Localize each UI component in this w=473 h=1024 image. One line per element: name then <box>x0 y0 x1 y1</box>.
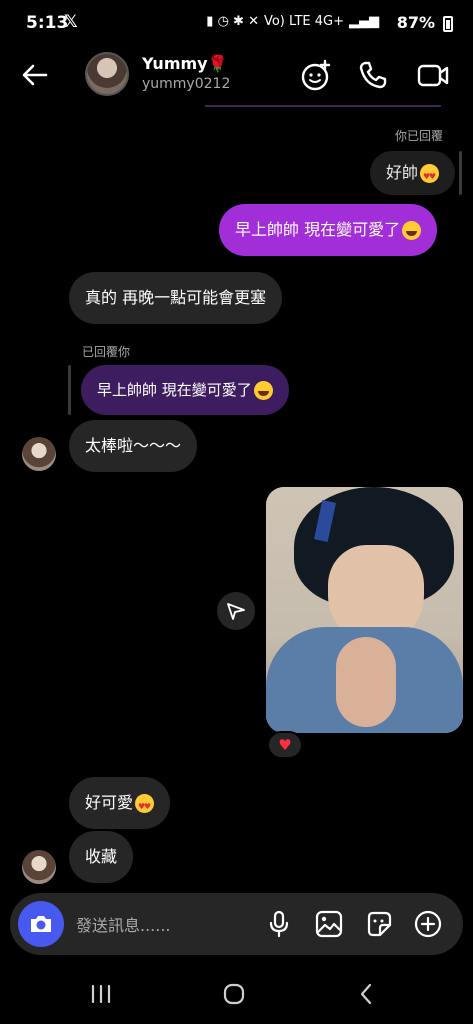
message-composer <box>10 893 463 955</box>
sticker-icon[interactable] <box>364 909 394 939</box>
effects-icon[interactable] <box>298 58 332 92</box>
phone-icon[interactable] <box>356 58 390 92</box>
reply-label-you: 你已回覆 <box>395 129 444 143</box>
video-call-icon[interactable] <box>416 58 450 92</box>
header-divider <box>205 105 441 107</box>
heart-icon: ♥ <box>278 736 292 754</box>
received-message[interactable]: 真的 再晚一點可能會更塞 <box>69 272 283 324</box>
chat-header: Yummy🌹 yummy0212 <box>0 48 473 106</box>
received-message[interactable]: 太棒啦～～～ <box>69 420 198 472</box>
plus-icon[interactable] <box>413 909 443 939</box>
share-button[interactable] <box>217 592 255 630</box>
contact-username[interactable]: yummy0212 <box>142 76 230 92</box>
camera-icon <box>31 916 51 932</box>
back-nav-icon[interactable] <box>352 982 382 1006</box>
notification-icons: ▮ ◷ ✱ ✕ <box>206 14 259 29</box>
battery-percent: 87% <box>396 13 435 32</box>
x-app-icon: 𝕏 <box>64 12 78 32</box>
heart-eyes-emoji <box>420 163 440 188</box>
sender-avatar[interactable] <box>22 437 56 471</box>
system-nav-bar <box>0 964 473 1024</box>
message-input[interactable] <box>76 913 256 937</box>
quote-bar <box>68 365 71 415</box>
recent-apps-icon[interactable] <box>86 982 116 1006</box>
quote-bar <box>459 151 462 195</box>
gallery-icon[interactable] <box>314 909 344 939</box>
quoted-message-you[interactable]: 好帥 <box>370 151 456 195</box>
heart-reaction[interactable]: ♥ <box>267 731 303 759</box>
message-list[interactable]: 你已回覆 好帥 早上帥帥 現在變可愛了 真的 再晚一點可能會更塞 已回覆你 早上… <box>0 110 473 890</box>
share-icon <box>227 603 245 620</box>
back-arrow-icon[interactable] <box>18 58 52 92</box>
camera-button[interactable] <box>18 901 64 947</box>
received-message[interactable]: 好可愛 <box>69 777 171 829</box>
rose-emoji: 🌹 <box>207 54 228 73</box>
network-indicator: Vo) LTE 4G+ <box>263 14 344 29</box>
shared-photo[interactable] <box>266 487 463 733</box>
microphone-icon[interactable] <box>264 909 294 939</box>
rofl-emoji <box>253 380 273 400</box>
photo-hand <box>336 637 396 727</box>
received-message[interactable]: 收藏 <box>69 831 134 883</box>
battery-icon <box>443 16 453 32</box>
contact-name[interactable]: Yummy🌹 <box>142 54 228 73</box>
signal-icon: ▂▄▆ <box>349 14 379 29</box>
sent-message[interactable]: 早上帥帥 現在變可愛了 <box>219 204 438 256</box>
status-bar: 5:13 𝕏 ▮ ◷ ✱ ✕ Vo) LTE 4G+ ▂▄▆ 87% <box>0 0 473 48</box>
quoted-message-them[interactable]: 早上帥帥 現在變可愛了 <box>81 365 289 415</box>
sender-avatar[interactable] <box>22 850 56 884</box>
contact-avatar[interactable] <box>85 52 129 96</box>
home-icon[interactable] <box>219 982 249 1006</box>
reply-label-them: 已回覆你 <box>82 345 131 359</box>
heart-eyes-emoji <box>135 793 155 818</box>
status-time: 5:13 <box>26 13 69 33</box>
rofl-emoji <box>402 220 422 240</box>
status-icons: ▮ ◷ ✱ ✕ Vo) LTE 4G+ ▂▄▆ <box>206 14 379 29</box>
